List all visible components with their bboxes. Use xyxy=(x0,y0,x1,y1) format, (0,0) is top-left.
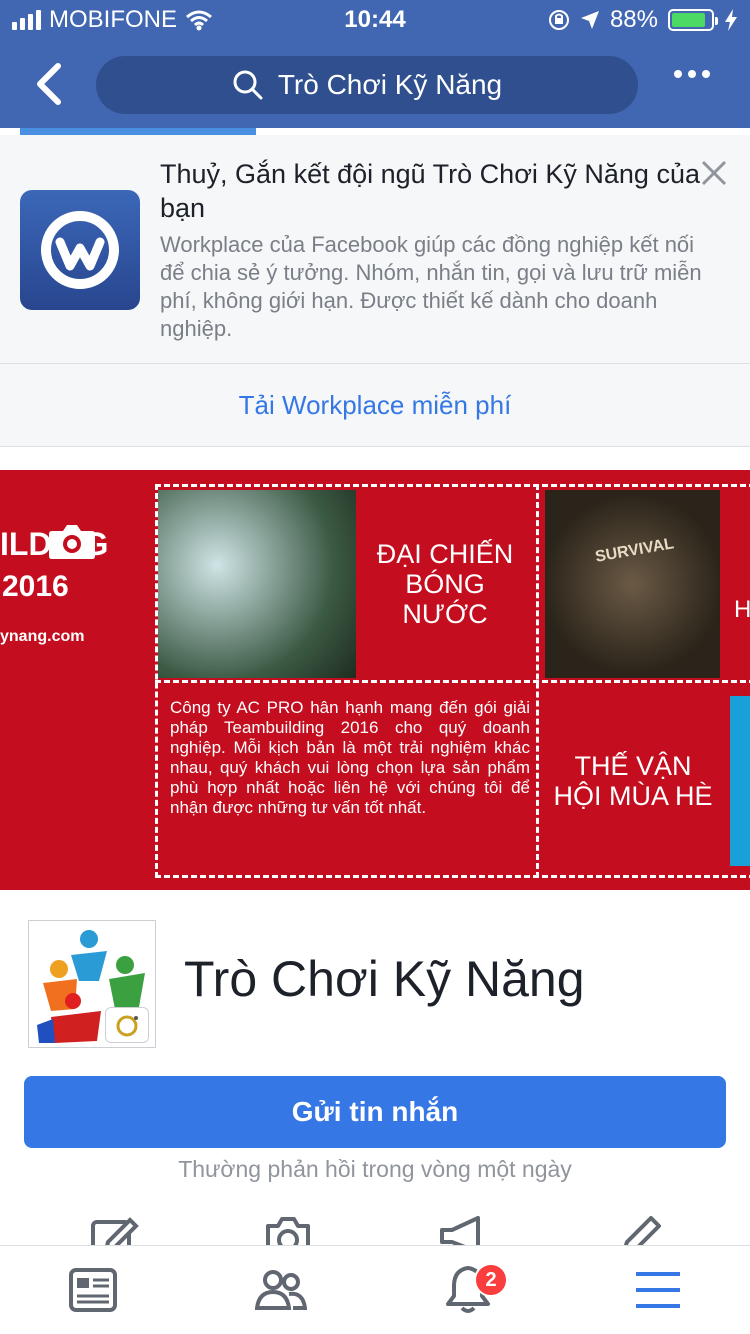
response-time-note: Thường phản hồi trong vòng một ngày xyxy=(178,1156,572,1182)
promo-title: Thuỷ, Gắn kết đội ngũ Trò Chơi Kỹ Năng c… xyxy=(160,159,700,223)
promote-megaphone-icon[interactable] xyxy=(438,1212,488,1246)
cover-description: Công ty AC PRO hân hạnh mang đến gói giả… xyxy=(170,698,530,817)
top-bar: MOBIFONE 10:44 88% Trò Chơi Kỹ Năng xyxy=(0,0,750,128)
tab-menu-icon[interactable] xyxy=(632,1264,684,1316)
back-button[interactable] xyxy=(30,62,70,106)
workplace-promo-card: Thuỷ, Gắn kết đội ngũ Trò Chơi Kỹ Năng c… xyxy=(0,135,750,447)
location-icon xyxy=(580,11,599,29)
tab-news-feed-icon[interactable] xyxy=(67,1264,119,1316)
status-bar: MOBIFONE 10:44 88% xyxy=(0,0,750,40)
edit-post-icon[interactable] xyxy=(90,1212,140,1246)
send-message-button[interactable]: Gửi tin nhắn xyxy=(24,1076,726,1148)
search-bar[interactable]: Trò Chơi Kỹ Năng xyxy=(96,56,638,114)
cover-year-text: 2016 xyxy=(2,570,69,603)
rotation-lock-icon xyxy=(548,10,569,30)
cover-photo[interactable]: ILDING 2016 ynang.com ĐẠI CHIẾN BÓNG NƯỚ… xyxy=(0,470,750,890)
page-actions-row xyxy=(0,1210,750,1246)
cover-photo-water-fight xyxy=(158,490,356,678)
download-workplace-link[interactable]: Tải Workplace miễn phí xyxy=(0,363,750,447)
cover-tile-summer-games: THẾ VẬN HỘI MÙA HÈ xyxy=(553,751,713,811)
photo-camera-icon[interactable] xyxy=(263,1212,313,1246)
cover-divider-horizontal xyxy=(155,680,750,683)
charging-icon xyxy=(725,9,737,31)
page-avatar[interactable] xyxy=(28,920,156,1048)
page-title: Trò Chơi Kỹ Năng xyxy=(184,951,585,1007)
promo-description: Workplace của Facebook giúp các đồng ngh… xyxy=(160,232,702,341)
cover-site-text: ynang.com xyxy=(0,628,85,645)
status-right: 88% xyxy=(548,6,738,34)
search-text: Trò Chơi Kỹ Năng xyxy=(277,69,503,100)
battery-icon xyxy=(668,9,718,31)
battery-fill xyxy=(672,13,706,27)
edit-page-pencil-icon[interactable] xyxy=(615,1212,665,1246)
cover-tile-water-battle: ĐẠI CHIẾN BÓNG NƯỚC xyxy=(376,539,514,629)
bottom-tab-bar: 2 xyxy=(0,1245,750,1334)
close-icon[interactable] xyxy=(700,159,728,187)
notifications-badge: 2 xyxy=(474,1263,508,1297)
camera-icon[interactable] xyxy=(48,522,96,560)
more-options-icon[interactable] xyxy=(674,70,710,78)
search-icon xyxy=(233,70,263,100)
tab-friends-icon[interactable] xyxy=(255,1264,307,1316)
cover-edge-letter: H xyxy=(734,596,750,623)
cover-edge-panel xyxy=(730,696,750,866)
loading-progress-bar xyxy=(20,128,256,135)
avatar-camera-icon[interactable] xyxy=(105,1007,149,1043)
battery-percent: 88% xyxy=(609,6,658,33)
workplace-logo-icon xyxy=(20,190,140,310)
cover-photo-survival xyxy=(545,490,720,678)
